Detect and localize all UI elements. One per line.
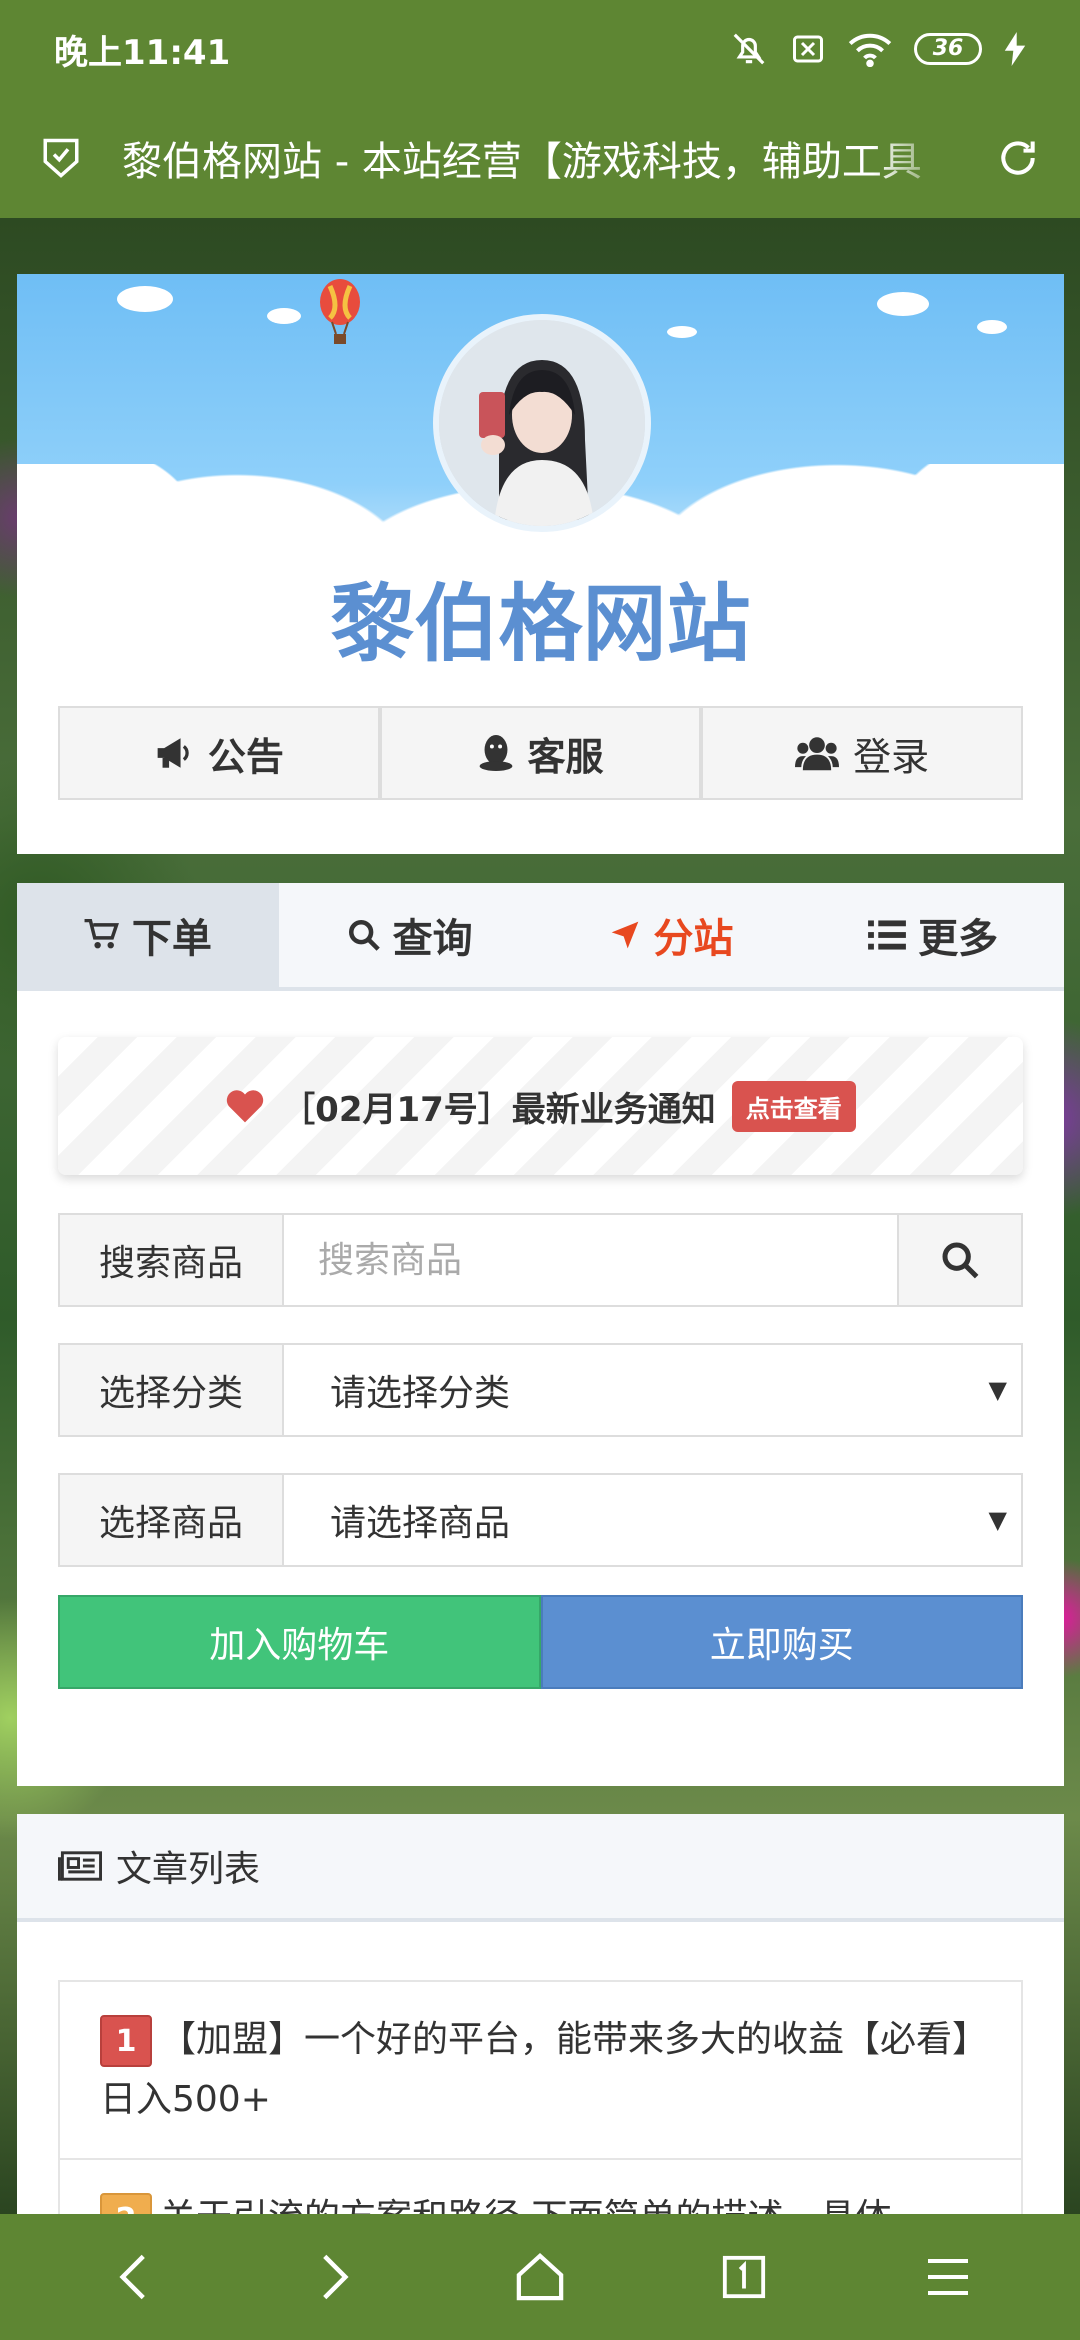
status-icons: 36 [730,30,1026,68]
tab-substation[interactable]: 分站 [541,883,803,987]
battery-indicator: 36 [914,33,982,65]
browser-bottom-nav [0,2214,1080,2340]
order-card: 下单 查询 分站 更多 ［02月17号］最新业务通知 点击查看 搜索商品 选择分… [17,883,1064,1786]
back-button[interactable] [72,2227,192,2327]
category-row: 选择分类 请选择分类 ▼ [58,1343,1023,1437]
hot-air-balloon-icon [320,279,360,344]
tab-bar: 下单 查询 分站 更多 [17,883,1064,991]
category-select-value: 请选择分类 [330,1373,511,1414]
menu-button[interactable] [888,2227,1008,2327]
hamburger-menu-icon [928,2259,968,2295]
location-arrow-icon [612,921,639,949]
tab-more[interactable]: 更多 [802,883,1064,987]
search-label: 搜索商品 [60,1215,284,1305]
hero-button-group: 公告 客服 登录 [58,706,1024,800]
cart-icon [84,919,119,949]
chevron-left-icon [119,2254,145,2300]
add-to-cart-button[interactable]: 加入购物车 [58,1595,541,1689]
article-list-title: 文章列表 [116,1849,261,1890]
home-button[interactable] [480,2227,600,2327]
product-select-value: 请选择商品 [330,1503,511,1544]
action-button-row: 加入购物车 立即购买 [58,1595,1023,1689]
tabs-button[interactable] [684,2227,804,2327]
list-item[interactable]: 1 【加盟】一个好的平台，能带来多大的收益【必看】日入500+ [60,1982,1021,2160]
charging-icon [1004,32,1026,66]
tab-query-label: 查询 [392,916,473,962]
announcement-button[interactable]: 公告 [58,706,380,800]
customer-service-button[interactable]: 客服 [379,706,702,800]
no-sim-icon [793,35,823,63]
newspaper-icon [58,1851,102,1881]
banner [17,274,1064,574]
refresh-icon[interactable] [996,136,1040,180]
search-icon [348,919,380,951]
search-row: 搜索商品 [58,1213,1023,1307]
login-label: 登录 [853,734,930,779]
notice-text: ［02月17号］最新业务通知 [281,1089,716,1130]
search-input[interactable] [284,1215,897,1305]
search-icon [942,1242,979,1279]
notice-banner[interactable]: ［02月17号］最新业务通知 点击查看 [58,1037,1023,1175]
cloud-decoration [877,292,929,316]
tab-order[interactable]: 下单 [17,883,279,987]
tab-substation-label: 分站 [653,916,734,962]
tab-more-label: 更多 [918,916,999,962]
notice-view-badge[interactable]: 点击查看 [731,1080,856,1132]
tab-order-label: 下单 [131,916,212,962]
home-icon [516,2252,564,2301]
avatar-portrait [439,320,645,526]
status-time: 晚上11:41 [54,32,231,73]
cloud-decoration [117,286,173,312]
hero-card: 黎伯格网站 公告 客服 登录 [17,274,1064,854]
article-list-card: 文章列表 1【加盟】一个好的平台，能带来多大的收益【必看】日入500+ 2关于引… [17,1814,1064,2280]
users-icon [795,737,840,771]
cloud-decoration [977,320,1007,334]
heart-icon [227,1090,264,1123]
login-button[interactable]: 登录 [701,706,1024,800]
forward-button[interactable] [276,2227,396,2327]
mute-bell-icon [733,33,765,65]
cloud-decoration [267,308,301,324]
megaphone-icon [157,738,189,768]
chevron-right-icon [323,2254,349,2300]
wifi-icon [848,33,892,67]
buy-now-button[interactable]: 立即购买 [540,1595,1023,1689]
shield-check-icon[interactable] [40,135,82,181]
product-row: 选择商品 请选择商品 ▼ [58,1473,1023,1567]
tab-query[interactable]: 查询 [279,883,541,987]
tab-count-icon [722,2255,766,2299]
page-title-url[interactable]: 黎伯格网站 - 本站经营【游戏科技，辅助工具 [122,129,956,187]
customer-service-label: 客服 [527,734,604,779]
category-select[interactable]: 请选择分类 ▼ [284,1345,1021,1435]
list-icon [868,920,907,950]
search-button[interactable] [897,1215,1021,1305]
chevron-down-icon: ▼ [988,1506,1007,1534]
qq-penguin-icon [479,735,512,771]
article-title: 【加盟】一个好的平台，能带来多大的收益【必看】日入500+ [100,2019,971,2120]
chevron-down-icon: ▼ [988,1376,1007,1404]
browser-address-bar: 黎伯格网站 - 本站经营【游戏科技，辅助工具 [0,98,1080,218]
status-bar: 晚上11:41 36 [0,0,1080,98]
category-label: 选择分类 [60,1345,284,1435]
cloud-decoration [667,326,697,338]
rank-badge: 1 [100,2015,152,2067]
article-list-header: 文章列表 [17,1814,1064,1922]
product-select[interactable]: 请选择商品 ▼ [284,1475,1021,1565]
site-title: 黎伯格网站 [330,575,751,673]
avatar [433,314,651,532]
announcement-label: 公告 [207,734,284,779]
product-label: 选择商品 [60,1475,284,1565]
